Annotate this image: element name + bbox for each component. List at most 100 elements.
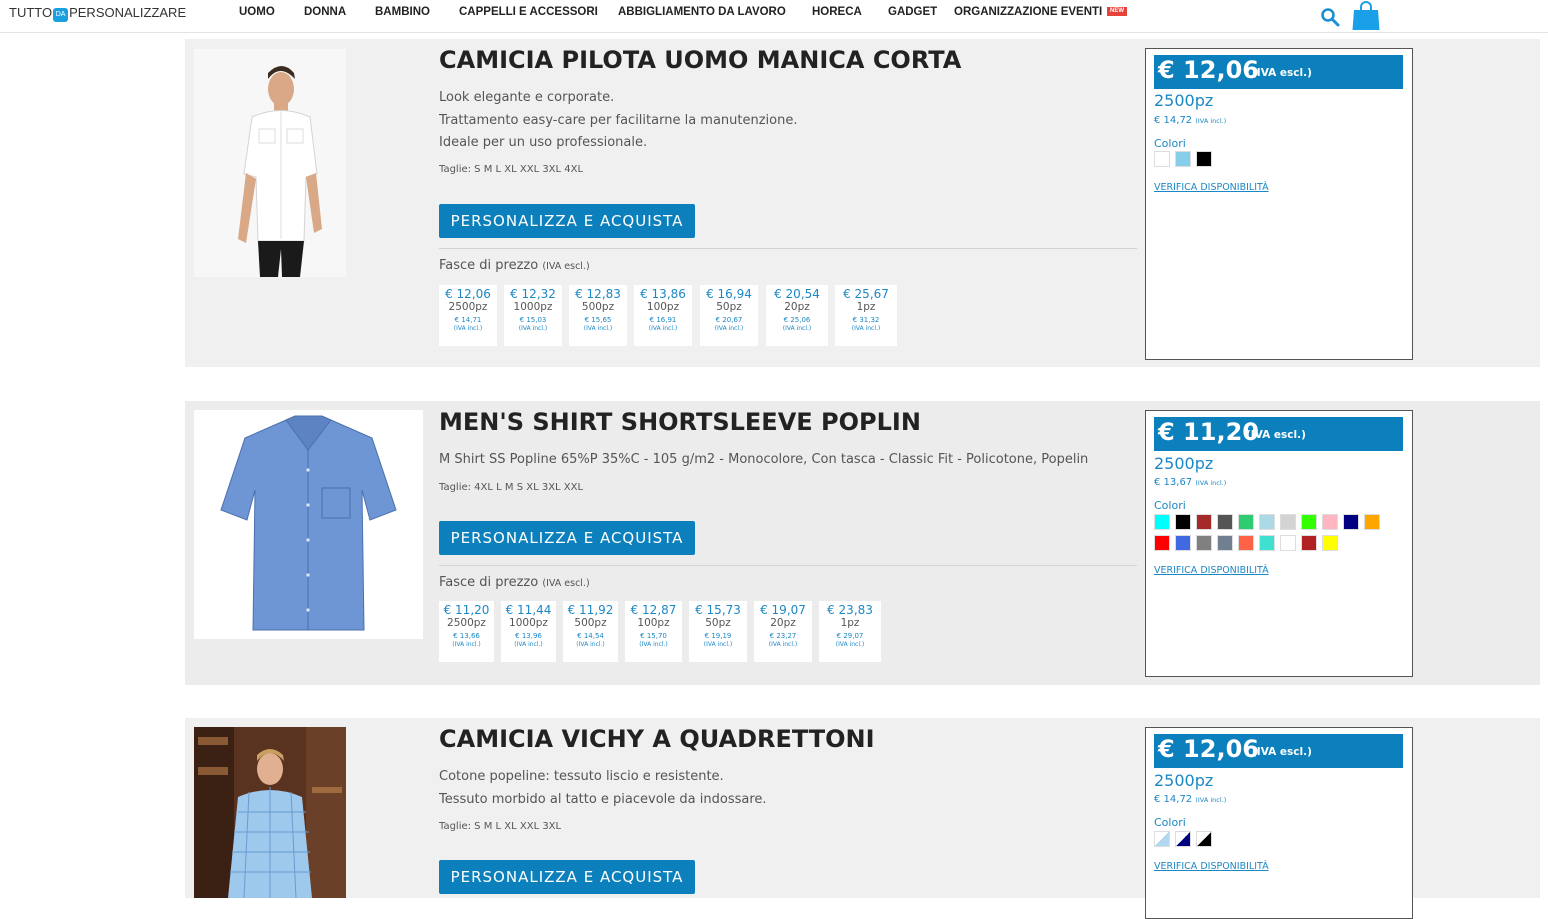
- nav-item-organizzazione-eventi[interactable]: ORGANIZZAZIONE EVENTI: [954, 6, 1102, 18]
- site-header: TUTTO DA PERSONALIZZARE UOMO DONNA BAMBINO…: [0, 0, 1548, 33]
- price-tier: € 19,07 20pz € 23,27 (IVA incl.): [754, 601, 812, 662]
- check-availability-link[interactable]: VERIFICA DISPONIBILITÀ: [1154, 565, 1269, 576]
- tier-price: € 20,54: [774, 287, 820, 301]
- tier-vat-price: € 31,32: [852, 316, 880, 324]
- shopping-bag-icon[interactable]: [1351, 0, 1381, 31]
- price-box-note: (IVA escl.): [1246, 429, 1306, 441]
- price-tier: € 23,83 1pz € 29,07 (IVA incl.): [819, 601, 881, 662]
- tier-vat-price: € 20,67: [715, 316, 743, 324]
- tier-qty: 100pz: [637, 617, 670, 629]
- color-swatch[interactable]: [1238, 535, 1254, 551]
- color-swatch[interactable]: [1154, 151, 1170, 167]
- color-swatch[interactable]: [1322, 535, 1338, 551]
- color-swatch[interactable]: [1196, 151, 1212, 167]
- color-swatch[interactable]: [1175, 514, 1191, 530]
- nav-item-abbigliamento-lavoro[interactable]: ABBIGLIAMENTO DA LAVORO: [618, 6, 786, 18]
- product-title[interactable]: CAMICIA VICHY A QUADRETTONI: [439, 725, 875, 753]
- colors-label: Colori: [1154, 499, 1186, 512]
- color-swatch[interactable]: [1196, 514, 1212, 530]
- price-box-vat: € 13,67 (IVA incl.): [1154, 477, 1226, 488]
- price-tiers-note: (IVA escl.): [542, 261, 590, 272]
- colors-label: Colori: [1154, 816, 1186, 829]
- price-tier: € 25,67 1pz € 31,32 (IVA incl.): [835, 285, 897, 346]
- color-swatch[interactable]: [1175, 151, 1191, 167]
- tier-price: € 11,20: [443, 603, 490, 617]
- vat-note: (IVA incl.): [1195, 117, 1227, 125]
- tier-price: € 12,32: [510, 287, 556, 301]
- color-swatch[interactable]: [1301, 535, 1317, 551]
- product-description: M Shirt SS Popline 65%P 35%C - 105 g/m2 …: [439, 449, 1088, 472]
- description-line: Trattamento easy-care per facilitarne la…: [439, 112, 798, 128]
- color-swatch[interactable]: [1364, 514, 1380, 530]
- price-tier: € 15,73 50pz € 19,19 (IVA incl.): [689, 601, 747, 662]
- color-swatch[interactable]: [1280, 514, 1296, 530]
- description-line: Tessuto morbido al tatto e piacevole da …: [439, 791, 767, 807]
- customize-buy-button[interactable]: PERSONALIZZA E ACQUISTA: [439, 521, 695, 555]
- color-swatch[interactable]: [1154, 831, 1170, 847]
- product-photo-shirt-blue: [194, 410, 423, 639]
- tier-vat-price: € 23,27: [769, 632, 797, 640]
- tier-vat-note: (IVA incl.): [514, 641, 543, 648]
- check-availability-link[interactable]: VERIFICA DISPONIBILITÀ: [1154, 861, 1269, 872]
- nav-item-gadget[interactable]: GADGET: [888, 6, 937, 18]
- price-box-vat: € 14,72 (IVA incl.): [1154, 794, 1226, 805]
- color-swatch[interactable]: [1259, 535, 1275, 551]
- product-image[interactable]: [194, 727, 346, 898]
- price-box-vat: € 14,72 (IVA incl.): [1154, 115, 1226, 126]
- search-icon[interactable]: [1320, 7, 1340, 27]
- color-swatch[interactable]: [1259, 514, 1275, 530]
- nav-item-cappelli-accessori[interactable]: CAPPELLI E ACCESSORI: [459, 6, 598, 18]
- product-photo-shirt-white: [194, 49, 346, 277]
- price-tier: € 11,92 500pz € 14,54 (IVA incl.): [563, 601, 618, 662]
- colors-label: Colori: [1154, 137, 1186, 150]
- color-swatch[interactable]: [1217, 514, 1233, 530]
- price-tiers-text: Fasce di prezzo: [439, 575, 539, 590]
- vat-price: € 14,72: [1154, 794, 1193, 805]
- color-swatch[interactable]: [1301, 514, 1317, 530]
- check-availability-link[interactable]: VERIFICA DISPONIBILITÀ: [1154, 182, 1269, 193]
- color-swatch[interactable]: [1196, 535, 1212, 551]
- nav-item-bambino[interactable]: BAMBINO: [375, 6, 430, 18]
- color-swatch[interactable]: [1343, 514, 1359, 530]
- product-title[interactable]: MEN'S SHIRT SHORTSLEEVE POPLIN: [439, 408, 921, 436]
- tier-qty: 500pz: [581, 301, 615, 313]
- tier-price: € 11,44: [505, 603, 552, 617]
- tier-price: € 16,94: [706, 287, 752, 301]
- color-swatch[interactable]: [1280, 535, 1296, 551]
- color-swatch[interactable]: [1175, 831, 1191, 847]
- tier-price: € 12,06: [445, 287, 491, 301]
- tier-price: € 23,83: [827, 603, 873, 617]
- tier-vat-note: (IVA incl.): [714, 325, 744, 332]
- nav-item-uomo[interactable]: UOMO: [239, 6, 275, 18]
- color-swatch[interactable]: [1154, 535, 1170, 551]
- product-image[interactable]: [194, 49, 346, 277]
- nav-item-donna[interactable]: DONNA: [304, 6, 346, 18]
- tier-qty: 1pz: [856, 301, 876, 313]
- tier-vat-price: € 16,91: [649, 316, 677, 324]
- price-tier: € 12,06 2500pz € 14,71 (IVA incl.): [439, 285, 497, 346]
- color-swatch[interactable]: [1238, 514, 1254, 530]
- color-swatch[interactable]: [1217, 535, 1233, 551]
- price-tier: € 16,94 50pz € 20,67 (IVA incl.): [700, 285, 758, 346]
- nav-item-horeca[interactable]: HORECA: [812, 6, 862, 18]
- tier-vat-price: € 14,54: [577, 632, 604, 640]
- color-swatch[interactable]: [1322, 514, 1338, 530]
- divider: [439, 248, 1137, 249]
- price-tier: € 13,86 100pz € 16,91 (IVA incl.): [634, 285, 692, 346]
- color-swatch[interactable]: [1154, 514, 1170, 530]
- description-line: Ideale per un uso professionale.: [439, 135, 648, 150]
- color-swatch[interactable]: [1175, 535, 1191, 551]
- product-image[interactable]: [194, 410, 423, 639]
- tier-qty: 20pz: [784, 301, 810, 313]
- product-card: CAMICIA PILOTA UOMO MANICA CORTA Look el…: [185, 39, 1540, 367]
- customize-buy-button[interactable]: PERSONALIZZA E ACQUISTA: [439, 860, 695, 894]
- product-title[interactable]: CAMICIA PILOTA UOMO MANICA CORTA: [439, 46, 961, 74]
- site-logo[interactable]: TUTTO DA PERSONALIZZARE: [9, 5, 186, 22]
- price-box-note: (IVA escl.): [1252, 746, 1312, 758]
- new-badge: NEW: [1107, 7, 1127, 16]
- customize-buy-button[interactable]: PERSONALIZZA E ACQUISTA: [439, 204, 695, 238]
- color-swatch[interactable]: [1196, 831, 1212, 847]
- tier-price: € 25,67: [843, 287, 889, 301]
- tier-price: € 12,87: [630, 603, 677, 617]
- tier-vat-note: (IVA incl.): [639, 641, 668, 648]
